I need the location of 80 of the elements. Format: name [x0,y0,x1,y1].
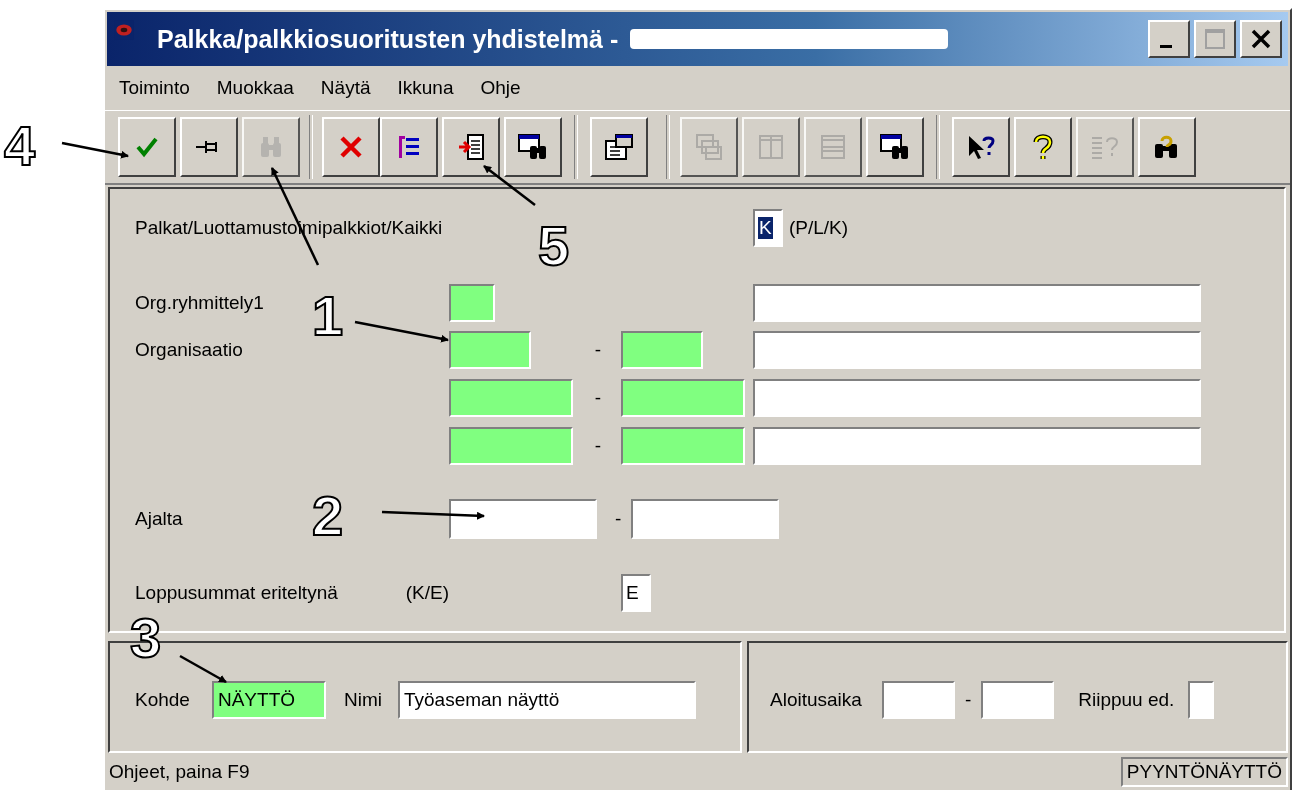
field-label: Aloitusaika [770,689,862,711]
close-button[interactable] [1240,20,1282,58]
field-label: Organisaatio [135,339,243,361]
menu-item[interactable]: Toiminto [117,77,203,99]
input-field[interactable] [621,331,703,369]
input-field[interactable] [449,331,531,369]
input-field[interactable]: K [753,209,783,247]
toolbar-button[interactable] [1014,117,1072,177]
toolbar-button[interactable] [952,117,1010,177]
input-field[interactable] [621,379,745,417]
cascade-windows-icon [695,133,723,161]
toolbar-button[interactable] [504,117,562,177]
callout-number: 2 [312,484,344,547]
delete-icon [339,135,363,159]
close-icon [1250,28,1272,50]
input-field[interactable] [449,427,573,465]
toolbar-button[interactable] [866,117,924,177]
input-field[interactable]: Työaseman näyttö [397,681,696,719]
range-dash: - [594,339,601,361]
callout-number: 4 [4,114,36,177]
field-label: Nimi [343,689,382,711]
field-label: Riippuu ed. [1078,689,1175,711]
input-field[interactable] [449,284,495,322]
input-field[interactable] [1188,681,1215,719]
toolbar-button[interactable] [590,117,648,177]
minimize-icon [1160,44,1172,48]
field-label: Ajalta [135,508,183,530]
input-field[interactable] [753,379,1201,417]
menu-item[interactable]: Ohje [478,77,534,99]
window-title: Palkka/palkkiosuoritusten yhdistelmä - [157,24,619,54]
range-dash: - [615,508,622,530]
input-field[interactable]: NÄYTTÖ [211,681,326,719]
menu-item[interactable]: Muokkaa [214,77,307,99]
toolbar-button[interactable] [322,117,380,177]
input-field[interactable] [631,499,780,539]
input-field[interactable] [981,681,1055,719]
toolbar-button[interactable] [1138,117,1196,177]
toolbar-button[interactable] [380,117,438,177]
status-text: Ohjeet, paina F9 [109,760,250,783]
toolbar-button[interactable] [118,117,176,177]
tile-horizontal-icon [820,134,846,160]
tile-vertical-icon [758,134,784,160]
field-label: Org.ryhmittely1 [135,292,264,314]
pointer-help-icon [966,133,996,161]
field-hint: (K/E) [405,582,449,604]
field-hint: (P/L/K) [789,217,849,239]
tree-list-icon [397,134,421,160]
input-field[interactable] [621,427,745,465]
field-label: Loppusummat eriteltynä [135,582,339,604]
range-dash: - [594,435,601,457]
callout-arrow [61,141,129,159]
callout-number: 5 [538,214,570,277]
window-binoculars-icon [880,133,910,161]
range-dash: - [594,387,601,409]
maximize-icon [1204,28,1226,50]
help-icon [1032,133,1054,161]
status-mode-panel: PYYNTÖNÄYTTÖ [1120,756,1288,787]
input-field[interactable]: E [621,574,651,612]
menu-item[interactable]: Näytä [318,77,384,99]
properties-icon [604,133,634,161]
input-field[interactable] [449,499,597,539]
text-help-icon [1090,134,1120,160]
field-label: Kohde [135,689,190,711]
toolbar-button[interactable] [442,117,500,177]
menu-item[interactable]: Ikkuna [395,77,467,99]
input-field[interactable] [753,331,1201,369]
maximize-button[interactable] [1194,20,1236,58]
range-dash: - [964,689,972,711]
input-field[interactable] [753,284,1201,322]
binoculars-icon [258,135,284,159]
callout-arrow [483,165,536,206]
input-field[interactable] [881,681,955,719]
input-field[interactable] [449,379,573,417]
callout-number: 1 [312,284,344,347]
callout-arrow [179,654,227,684]
toolbar-button[interactable] [180,117,238,177]
input-field[interactable] [753,427,1201,465]
window-binoculars-icon [518,133,548,161]
import-icon [457,133,485,161]
minimize-button[interactable] [1148,20,1190,58]
